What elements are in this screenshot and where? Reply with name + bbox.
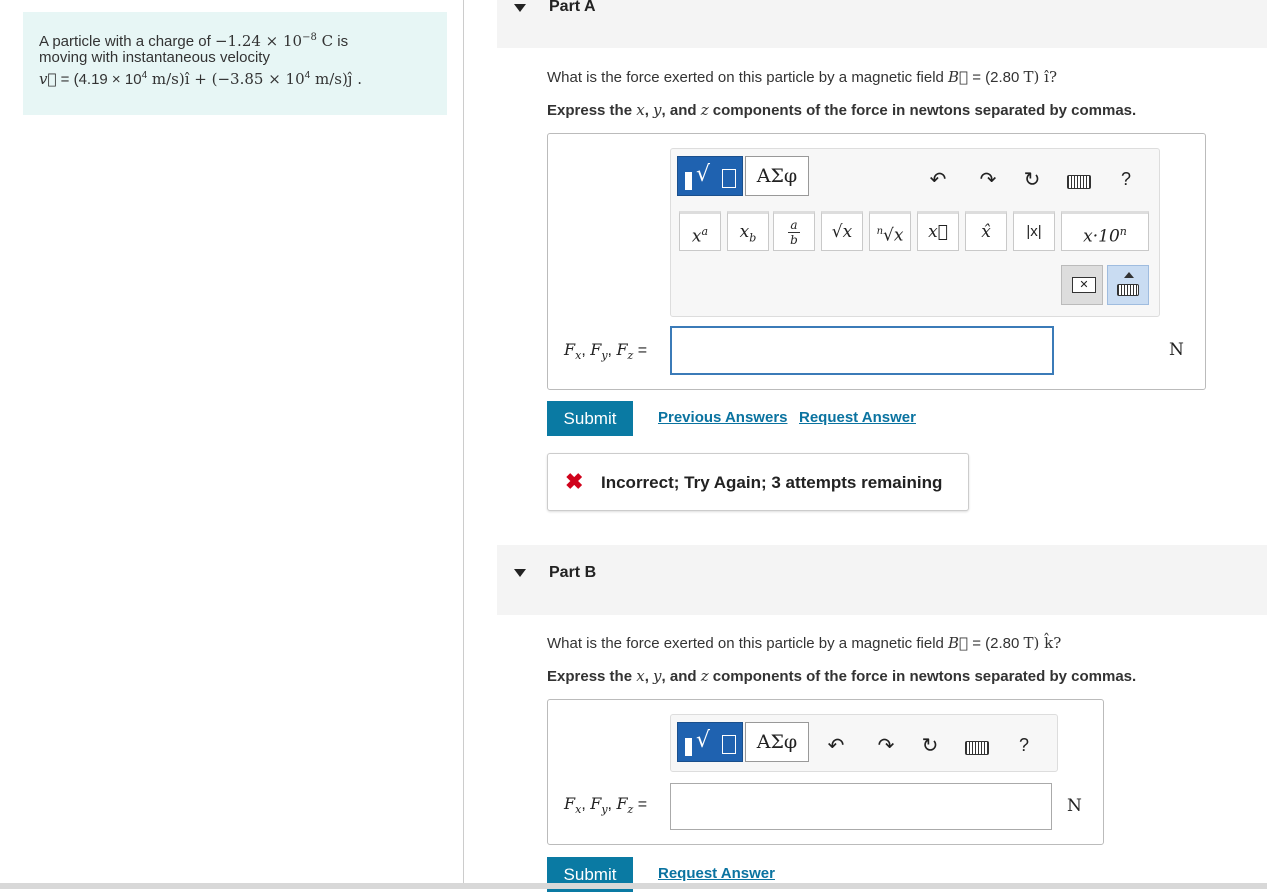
part-a-title: Part A (549, 0, 596, 15)
keyboard-icon[interactable] (1067, 175, 1091, 189)
backspace-key[interactable]: ✕ (1061, 265, 1103, 305)
problem-text: A particle with a charge of (39, 33, 215, 50)
feedback-message: ✖ Incorrect; Try Again; 3 attempts remai… (547, 453, 969, 511)
math-toolbar: √ ΑΣφ ↶ ↷ ↻ ? (670, 714, 1058, 772)
problem-statement: A particle with a charge of −1.24 × 10−8… (23, 12, 447, 115)
part-a-request-answer-link[interactable]: Request Answer (799, 409, 916, 426)
key-superscript[interactable]: xa (679, 211, 721, 251)
answer-label: Fx, Fy, Fz = (564, 794, 648, 817)
collapse-triangle-icon[interactable] (514, 569, 526, 577)
answer-label: Fx, Fy, Fz = (564, 340, 648, 363)
part-a-header[interactable]: Part A (497, 0, 1267, 48)
key-fraction[interactable]: ab (773, 211, 815, 251)
key-sqrt[interactable]: √x (821, 211, 863, 251)
part-a-question: What is the force exerted on this partic… (547, 68, 1057, 86)
error-x-icon: ✖ (565, 469, 584, 494)
part-b-title: Part B (549, 564, 597, 581)
key-vector[interactable]: x⃗ (917, 211, 959, 251)
problem-line-2: moving with instantaneous velocity (39, 49, 270, 66)
backspace-icon: ✕ (1072, 277, 1096, 293)
toolbar-mode-group: √ ΑΣφ (677, 722, 809, 764)
problem-text: is (333, 33, 349, 50)
key-subscript[interactable]: xb (727, 211, 769, 251)
redo-icon[interactable]: ↷ (873, 733, 899, 758)
keyboard-icon[interactable] (965, 741, 989, 755)
problem-line-1: A particle with a charge of −1.24 × 10−8… (39, 30, 431, 50)
charge-value: −1.24 × 10−8 C (214, 32, 334, 50)
part-b-request-answer-link[interactable]: Request Answer (658, 865, 775, 882)
answer-text-input[interactable] (671, 784, 1051, 829)
toggle-keyboard-key[interactable] (1107, 265, 1149, 305)
keyboard-icon (1117, 284, 1139, 296)
velocity-expression: v⃗ = (4.19 × 104 m/s)î + (−3.85 × 104 m/… (39, 70, 362, 88)
unit-label: N (1169, 340, 1184, 360)
templates-button[interactable]: √ (677, 156, 743, 196)
reset-icon[interactable]: ↻ (1019, 167, 1045, 192)
greek-symbols-button[interactable]: ΑΣφ (745, 722, 809, 762)
part-b-question: What is the force exerted on this partic… (547, 634, 1062, 652)
answer-text-input[interactable] (672, 328, 1052, 373)
collapse-triangle-icon[interactable] (514, 4, 526, 12)
previous-answers-link[interactable]: Previous Answers (658, 409, 788, 426)
redo-icon[interactable]: ↷ (975, 167, 1001, 192)
column-divider (463, 0, 464, 885)
key-absolute-value[interactable]: |x| (1013, 211, 1055, 251)
part-a-instruction: Express the x, y, and z components of th… (547, 101, 1137, 119)
unit-label: N (1067, 796, 1082, 816)
part-a-answer-input[interactable] (670, 326, 1054, 375)
reset-icon[interactable]: ↻ (917, 733, 943, 758)
feedback-text: Incorrect; Try Again; 3 attempts remaini… (601, 473, 943, 492)
undo-icon[interactable]: ↶ (925, 167, 951, 192)
chevron-up-icon (1124, 272, 1134, 278)
part-b-answer-box: √ ΑΣφ ↶ ↷ ↻ ? Fx, Fy, Fz = N (547, 699, 1104, 845)
templates-button[interactable]: √ (677, 722, 743, 762)
greek-symbols-button[interactable]: ΑΣφ (745, 156, 809, 196)
part-b-answer-input[interactable] (670, 783, 1052, 830)
key-nth-root[interactable]: n√x (869, 211, 911, 251)
key-unit-vector[interactable]: x̂ (965, 211, 1007, 251)
horizontal-scrollbar[interactable] (0, 883, 1267, 889)
part-a-submit-button[interactable]: Submit (547, 401, 633, 436)
part-b-instruction: Express the x, y, and z components of th… (547, 667, 1137, 685)
part-b-header[interactable]: Part B (497, 545, 1267, 615)
help-button[interactable]: ? (1019, 735, 1029, 756)
key-scientific-notation[interactable]: x·10n (1061, 211, 1149, 251)
toolbar-mode-group: √ ΑΣφ (677, 156, 809, 198)
undo-icon[interactable]: ↶ (823, 733, 849, 758)
math-toolbar: √ ΑΣφ ↶ ↷ ↻ ? xa xb ab √x n√x x⃗ x̂ |x| … (670, 148, 1160, 317)
part-a-answer-box: √ ΑΣφ ↶ ↷ ↻ ? xa xb ab √x n√x x⃗ x̂ |x| … (547, 133, 1206, 390)
help-button[interactable]: ? (1121, 169, 1131, 190)
